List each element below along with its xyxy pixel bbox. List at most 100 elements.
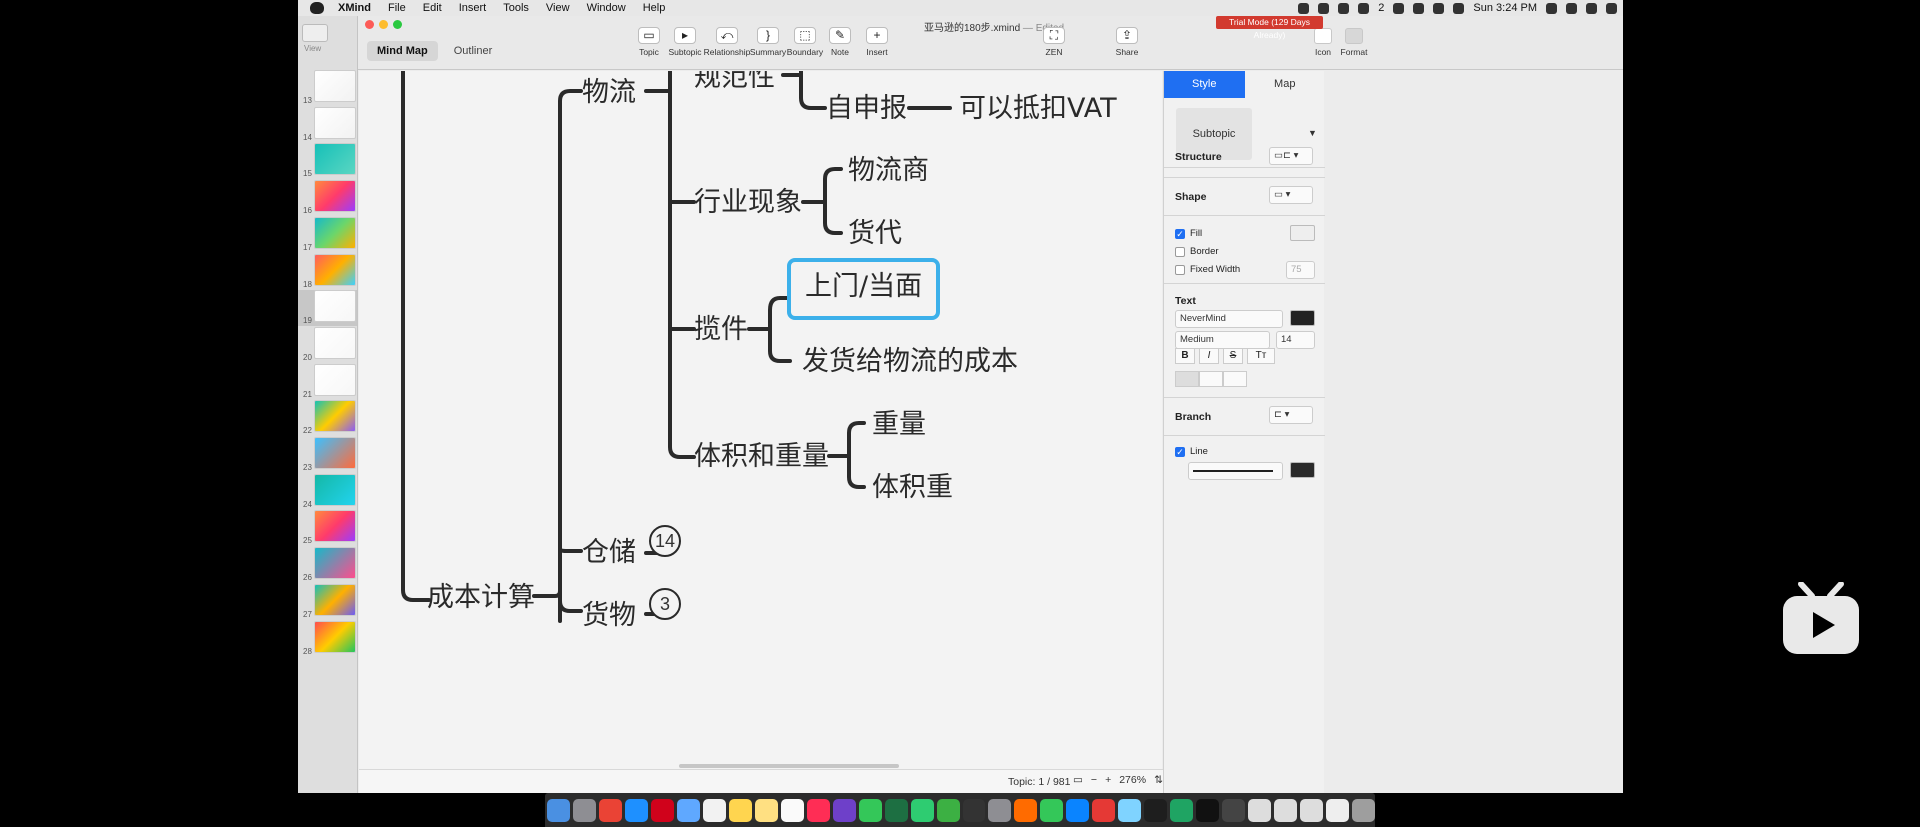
align-left-button[interactable] <box>1175 371 1199 387</box>
dock-app-icon[interactable] <box>598 798 622 822</box>
book-icon[interactable]: ▭ <box>1073 774 1083 786</box>
dock-app-icon[interactable] <box>884 798 908 822</box>
line-color-swatch[interactable] <box>1290 462 1315 478</box>
apple-icon[interactable] <box>310 2 324 14</box>
slide-thumbnail[interactable]: 24 <box>298 473 357 510</box>
slide-thumbnail[interactable]: 15 <box>298 143 357 179</box>
slide-thumbnail[interactable]: 13 <box>298 70 357 106</box>
menu-edit[interactable]: Edit <box>423 2 442 14</box>
horizontal-scrollbar[interactable] <box>679 764 899 768</box>
slide-thumbnail[interactable]: 18 <box>298 253 357 290</box>
slide-thumbnail[interactable]: 25 <box>298 510 357 546</box>
font-weight-select[interactable]: Medium <box>1175 331 1270 349</box>
node-tijizhong[interactable]: 体积重 <box>872 473 953 503</box>
node-hangye[interactable]: 行业现象 <box>694 188 802 218</box>
node-chengben[interactable]: 成本计算 <box>427 583 535 613</box>
node-shangmen-selected[interactable]: 上门/当面 <box>787 258 941 320</box>
fill-color-swatch[interactable] <box>1290 225 1315 241</box>
line-checkbox[interactable]: ✓ Line <box>1175 446 1208 457</box>
dock-app-icon[interactable] <box>1144 798 1168 822</box>
dock-app-icon[interactable] <box>676 798 700 822</box>
node-cangchu[interactable]: 仓储 <box>582 538 636 568</box>
menu-view[interactable]: View <box>546 2 570 14</box>
node-huowu[interactable]: 货物 <box>582 601 636 631</box>
dock-app-icon[interactable] <box>936 798 960 822</box>
zen-button[interactable]: ⛶ ZEN <box>1029 27 1079 57</box>
zoom-out-button[interactable]: − <box>1091 774 1097 786</box>
wechat-icon[interactable] <box>1358 2 1370 14</box>
align-right-button[interactable] <box>1223 371 1247 387</box>
slide-thumbnail[interactable]: 22 <box>298 400 357 436</box>
share-button[interactable]: ⇪ Share <box>1102 27 1152 57</box>
slide-thumbnail[interactable]: 27 <box>298 583 357 620</box>
dock-app-icon[interactable] <box>806 798 830 822</box>
tab-style[interactable]: Style <box>1164 71 1245 98</box>
text-color-swatch[interactable] <box>1290 310 1315 326</box>
node-zishenbao[interactable]: 自申报 <box>826 94 907 124</box>
node-lanjian[interactable]: 揽件 <box>694 315 748 345</box>
collapsed-count-cangchu[interactable]: 14 <box>649 525 681 557</box>
dock-app-icon[interactable] <box>1092 798 1116 822</box>
dock-app-icon[interactable] <box>1352 798 1375 822</box>
dock-app-icon[interactable] <box>1222 798 1246 822</box>
dock-app-icon[interactable] <box>962 798 986 822</box>
line-style-select[interactable] <box>1188 462 1283 480</box>
cloud-icon[interactable] <box>1338 2 1350 14</box>
menu-file[interactable]: File <box>388 2 406 14</box>
slide-thumbnail[interactable]: 16 <box>298 180 357 216</box>
minimize-window-button[interactable] <box>379 20 388 29</box>
node-guifanxing[interactable]: 规范性 <box>694 71 775 93</box>
tab-mind-map[interactable]: Mind Map <box>367 41 438 61</box>
dock-app-icon[interactable] <box>1196 798 1220 822</box>
node-zhongliang[interactable]: 重量 <box>872 410 926 440</box>
dock-app-icon[interactable] <box>1248 798 1272 822</box>
mind-map-canvas[interactable]: 物流 规范性 自申报 可以抵扣VAT 行业现象 物流商 货代 揽件 上门/当面 … <box>359 71 1162 769</box>
slide-thumbnail[interactable]: 17 <box>298 216 357 253</box>
insert-button[interactable]: + Insert <box>852 27 902 57</box>
bold-button[interactable]: B <box>1175 348 1195 364</box>
control-center-icon[interactable] <box>1606 2 1617 14</box>
slide-thumbnail[interactable]: 19 <box>298 290 357 327</box>
branch-style-select[interactable]: ⊏ ▾ <box>1269 406 1313 424</box>
node-wuliu[interactable]: 物流 <box>582 78 636 108</box>
fill-checkbox[interactable]: ✓ Fill <box>1175 228 1202 239</box>
vpn-icon[interactable] <box>1413 2 1425 14</box>
node-tiji[interactable]: 体积和重量 <box>694 442 829 472</box>
dock-app-icon[interactable] <box>650 798 674 822</box>
dock-app-icon[interactable] <box>910 798 934 822</box>
record-icon[interactable] <box>1298 2 1310 14</box>
strikethrough-button[interactable]: S <box>1223 348 1243 364</box>
node-huodai[interactable]: 货代 <box>848 219 902 249</box>
node-fahuo[interactable]: 发货给物流的成本 <box>802 347 1018 377</box>
dock-app-icon[interactable] <box>1274 798 1298 822</box>
dock-app-icon[interactable] <box>1118 798 1142 822</box>
dock-app-icon[interactable] <box>624 798 648 822</box>
slide-thumbnail[interactable]: 21 <box>298 363 357 400</box>
dock-app-icon[interactable] <box>780 798 804 822</box>
dock-app-icon[interactable] <box>728 798 752 822</box>
style-dropdown-icon[interactable]: ▼ <box>1308 128 1317 138</box>
slide-thumbnail[interactable]: 26 <box>298 547 357 583</box>
view-toggle-button[interactable] <box>302 24 328 42</box>
dock-app-icon[interactable] <box>1066 798 1090 822</box>
italic-button[interactable]: I <box>1199 348 1219 364</box>
zoom-in-button[interactable]: + <box>1105 774 1111 786</box>
structure-select[interactable]: ▭⊏ ▾ <box>1269 147 1313 165</box>
node-wuliushang[interactable]: 物流商 <box>848 156 929 186</box>
trial-mode-badge[interactable]: Trial Mode (129 Days Already) <box>1216 16 1323 40</box>
font-family-select[interactable]: NeverMind <box>1175 310 1283 328</box>
menu-help[interactable]: Help <box>643 2 666 14</box>
font-size-input[interactable]: 14 <box>1276 331 1315 349</box>
tab-map[interactable]: Map <box>1245 71 1326 98</box>
dock-app-icon[interactable] <box>1326 798 1350 822</box>
stack-icon[interactable] <box>1318 2 1330 14</box>
border-checkbox[interactable]: Border <box>1175 246 1219 257</box>
fixed-width-input[interactable]: 75 <box>1286 261 1315 279</box>
tab-outliner[interactable]: Outliner <box>444 41 503 61</box>
slide-thumbnail[interactable]: 20 <box>298 326 357 363</box>
fixed-width-checkbox[interactable]: Fixed Width <box>1175 264 1240 275</box>
dock-app-icon[interactable] <box>988 798 1012 822</box>
zoom-window-button[interactable] <box>393 20 402 29</box>
format-panel-button[interactable]: Format <box>1336 28 1372 57</box>
dock-app-icon[interactable] <box>754 798 778 822</box>
